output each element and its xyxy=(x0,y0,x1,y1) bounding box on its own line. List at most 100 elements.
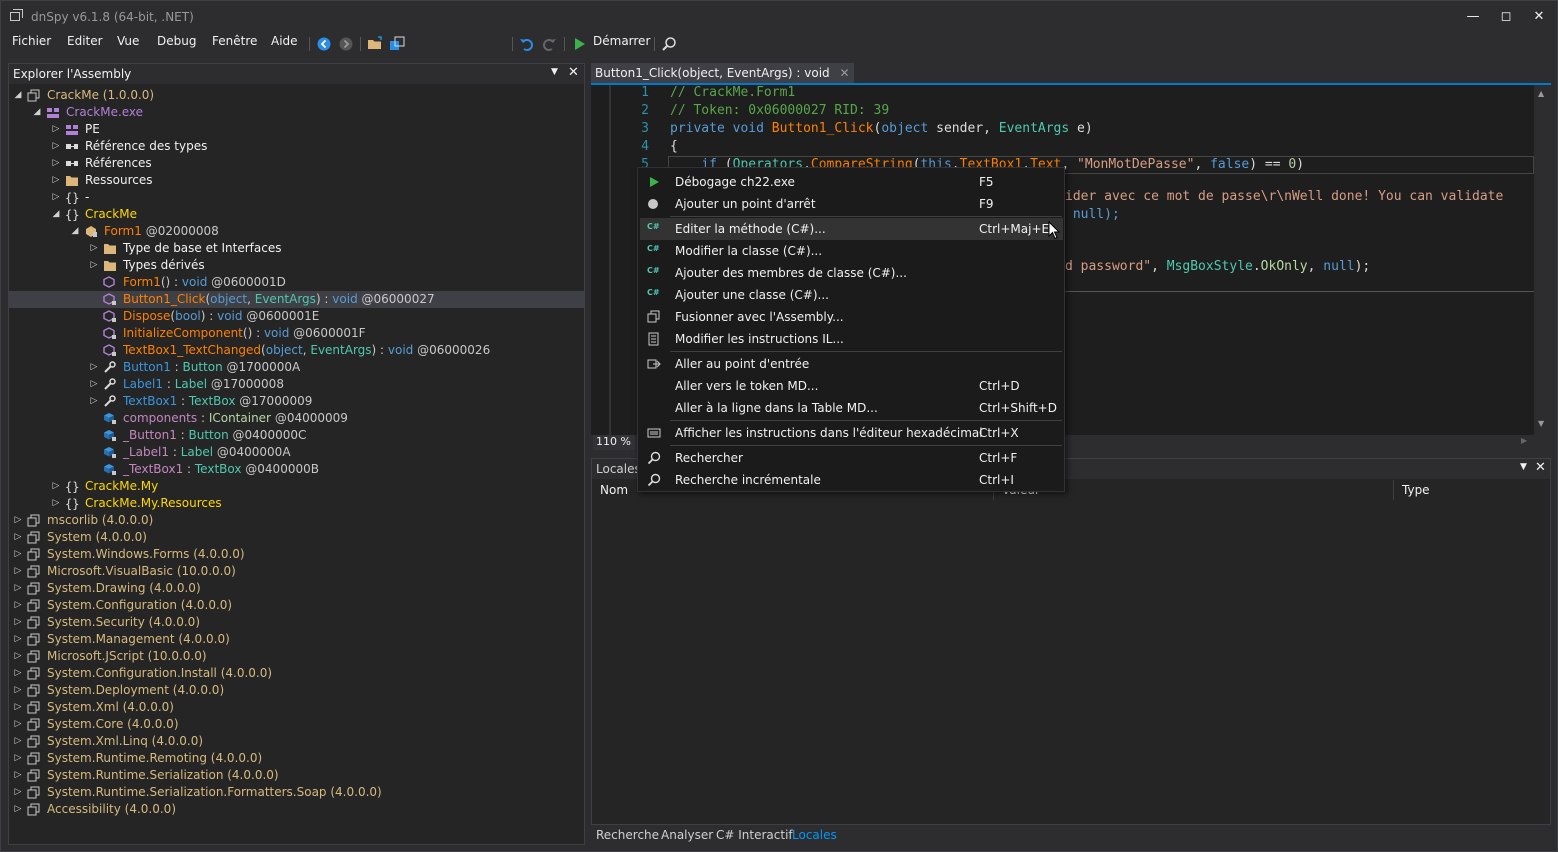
scroll-down-icon[interactable]: ▼ xyxy=(1538,419,1544,428)
context-menu-item[interactable]: Afficher les instructions dans l'éditeur… xyxy=(640,422,1063,444)
tree-node[interactable]: components : IContainer @04000009 xyxy=(9,410,584,427)
tree-node[interactable]: ▷ System.Drawing (4.0.0.0) xyxy=(9,580,584,597)
tree-node[interactable]: ▷ {} CrackMe.My xyxy=(9,478,584,495)
expand-arrow-icon[interactable]: ▷ xyxy=(51,138,61,155)
collapse-arrow-icon[interactable]: ◢ xyxy=(13,87,23,104)
context-menu-item[interactable]: C# Ajouter une classe (C#)... xyxy=(640,284,1063,306)
tree-node[interactable]: ▷ PE xyxy=(9,121,584,138)
collapse-arrow-icon[interactable]: ◢ xyxy=(51,206,61,223)
collapse-arrow-icon[interactable]: ◢ xyxy=(32,104,42,121)
tree-node[interactable]: ▷ System.Configuration.Install (4.0.0.0) xyxy=(9,665,584,682)
tree-node[interactable]: ▷ System.Runtime.Remoting (4.0.0.0) xyxy=(9,750,584,767)
expand-arrow-icon[interactable]: ▷ xyxy=(13,580,23,597)
zoom-level[interactable]: 110 % xyxy=(593,435,635,450)
tree-node[interactable]: ▷ Button1 : Button @1700000A xyxy=(9,359,584,376)
tree-node[interactable]: ▷ System.Security (4.0.0.0) xyxy=(9,614,584,631)
tree-node[interactable]: ◢ {} CrackMe xyxy=(9,206,584,223)
context-menu-item[interactable]: Fusionner avec l'Assembly... xyxy=(640,306,1063,328)
expand-arrow-icon[interactable]: ▷ xyxy=(51,155,61,172)
tree-node[interactable]: ▷ Type de base et Interfaces xyxy=(9,240,584,257)
undo-icon[interactable] xyxy=(519,36,535,52)
expand-arrow-icon[interactable]: ▷ xyxy=(13,614,23,631)
redo-icon[interactable] xyxy=(541,36,557,52)
back-icon[interactable] xyxy=(316,36,332,52)
expand-arrow-icon[interactable]: ▷ xyxy=(13,767,23,784)
tree-node[interactable]: ◢ Form1 @02000008 xyxy=(9,223,584,240)
tree-node[interactable]: ▷ System.Runtime.Serialization (4.0.0.0) xyxy=(9,767,584,784)
expand-arrow-icon[interactable]: ▷ xyxy=(89,393,99,410)
tree-node[interactable]: ▷ System.Windows.Forms (4.0.0.0) xyxy=(9,546,584,563)
tree-node[interactable]: ◢ CrackMe.exe xyxy=(9,104,584,121)
tab-close-icon[interactable]: ✕ xyxy=(839,66,849,80)
expand-arrow-icon[interactable]: ▷ xyxy=(13,716,23,733)
context-menu-item[interactable]: Rechercher Ctrl+F xyxy=(640,447,1063,469)
expand-arrow-icon[interactable]: ▷ xyxy=(13,563,23,580)
tree-node[interactable]: _Button1 : Button @0400000C xyxy=(9,427,584,444)
menu-window[interactable]: Fenêtre xyxy=(212,34,257,48)
column-header-type[interactable]: Type xyxy=(1394,480,1550,500)
forward-icon[interactable] xyxy=(338,36,354,52)
menu-edit[interactable]: Editer xyxy=(67,34,103,48)
context-menu-item[interactable]: Débogage ch22.exe F5 xyxy=(640,171,1063,193)
expand-arrow-icon[interactable]: ▷ xyxy=(51,121,61,138)
tree-node[interactable]: ▷ System.Deployment (4.0.0.0) xyxy=(9,682,584,699)
tree-node[interactable]: ▷ System (4.0.0.0) xyxy=(9,529,584,546)
expand-arrow-icon[interactable]: ▷ xyxy=(13,733,23,750)
expand-arrow-icon[interactable]: ▷ xyxy=(13,529,23,546)
tree-node[interactable]: ▷ {} - xyxy=(9,189,584,206)
context-menu-item[interactable]: Aller au point d'entrée xyxy=(640,353,1063,375)
context-menu-item[interactable]: C# Modifier la classe (C#)... xyxy=(640,240,1063,262)
tree-node[interactable]: ▷ {} CrackMe.My.Resources xyxy=(9,495,584,512)
minimize-button[interactable]: — xyxy=(1456,1,1490,33)
tree-node[interactable]: ▷ Référence des types xyxy=(9,138,584,155)
expand-arrow-icon[interactable]: ▷ xyxy=(13,665,23,682)
tree-node[interactable]: ▷ TextBox1 : TextBox @17000009 xyxy=(9,393,584,410)
panel-dropdown-icon[interactable]: ▼ xyxy=(1520,462,1527,472)
tree-node[interactable]: ▷ Ressources xyxy=(9,172,584,189)
menu-file[interactable]: Fichier xyxy=(12,34,51,48)
start-button[interactable]: Démarrer xyxy=(593,34,650,48)
tree-node[interactable]: ▷ Références xyxy=(9,155,584,172)
expand-arrow-icon[interactable]: ▷ xyxy=(51,172,61,189)
context-menu-item[interactable]: Aller à la ligne dans la Table MD... Ctrl… xyxy=(640,397,1063,419)
tree-node[interactable]: Button1_Click(object, EventArgs) : void … xyxy=(9,291,584,308)
context-menu-item[interactable]: C# Editer la méthode (C#)... Ctrl+Maj+E xyxy=(640,218,1063,240)
expand-arrow-icon[interactable]: ▷ xyxy=(13,682,23,699)
menu-debug[interactable]: Debug xyxy=(157,34,196,48)
tree-node[interactable]: ▷ Microsoft.VisualBasic (10.0.0.0) xyxy=(9,563,584,580)
tree-node[interactable]: ▷ System.Management (4.0.0.0) xyxy=(9,631,584,648)
expand-arrow-icon[interactable]: ▷ xyxy=(51,189,61,206)
tree-node[interactable]: ▷ Types dérivés xyxy=(9,257,584,274)
close-button[interactable]: ✕ xyxy=(1522,1,1556,33)
tree-node[interactable]: _Label1 : Label @0400000A xyxy=(9,444,584,461)
search-icon[interactable] xyxy=(661,36,677,52)
tree-node[interactable]: InitializeComponent() : void @0600001F xyxy=(9,325,584,342)
scroll-up-icon[interactable]: ▲ xyxy=(1538,89,1544,98)
expand-arrow-icon[interactable]: ▷ xyxy=(51,495,61,512)
expand-arrow-icon[interactable]: ▷ xyxy=(89,359,99,376)
expand-arrow-icon[interactable]: ▷ xyxy=(13,648,23,665)
menu-view[interactable]: Vue xyxy=(117,34,139,48)
expand-arrow-icon[interactable]: ▷ xyxy=(13,801,23,818)
tab-analyser[interactable]: Analyser xyxy=(661,828,713,842)
tree-node[interactable]: ▷ System.Xml (4.0.0.0) xyxy=(9,699,584,716)
context-menu-item[interactable]: Ajouter un point d'arrêt F9 xyxy=(640,193,1063,215)
context-menu-item[interactable]: Recherche incrémentale Ctrl+I xyxy=(640,469,1063,491)
expand-arrow-icon[interactable]: ▷ xyxy=(89,257,99,274)
tree-node[interactable]: ▷ System.Runtime.Serialization.Formatters… xyxy=(9,784,584,801)
open-list-icon[interactable] xyxy=(389,36,405,52)
tree-node[interactable]: ▷ Accessibility (4.0.0.0) xyxy=(9,801,584,818)
tab-recherche[interactable]: Recherche xyxy=(596,828,659,842)
context-menu-item[interactable]: Aller vers le token MD... Ctrl+D xyxy=(640,375,1063,397)
tab-c-interactif[interactable]: C# Interactif xyxy=(716,828,793,842)
tree-node[interactable]: ▷ System.Core (4.0.0.0) xyxy=(9,716,584,733)
scroll-right-icon[interactable]: ▶ xyxy=(1521,436,1527,445)
tree-node[interactable]: _TextBox1 : TextBox @0400000B xyxy=(9,461,584,478)
expand-arrow-icon[interactable]: ▷ xyxy=(13,631,23,648)
menu-help[interactable]: Aide xyxy=(271,34,298,48)
editor-vertical-scrollbar[interactable]: ▲ ▼ xyxy=(1534,85,1551,435)
expand-arrow-icon[interactable]: ▷ xyxy=(13,699,23,716)
maximize-button[interactable]: ◻ xyxy=(1489,1,1523,33)
expand-arrow-icon[interactable]: ▷ xyxy=(13,512,23,529)
tab-locales[interactable]: Locales xyxy=(792,828,837,842)
